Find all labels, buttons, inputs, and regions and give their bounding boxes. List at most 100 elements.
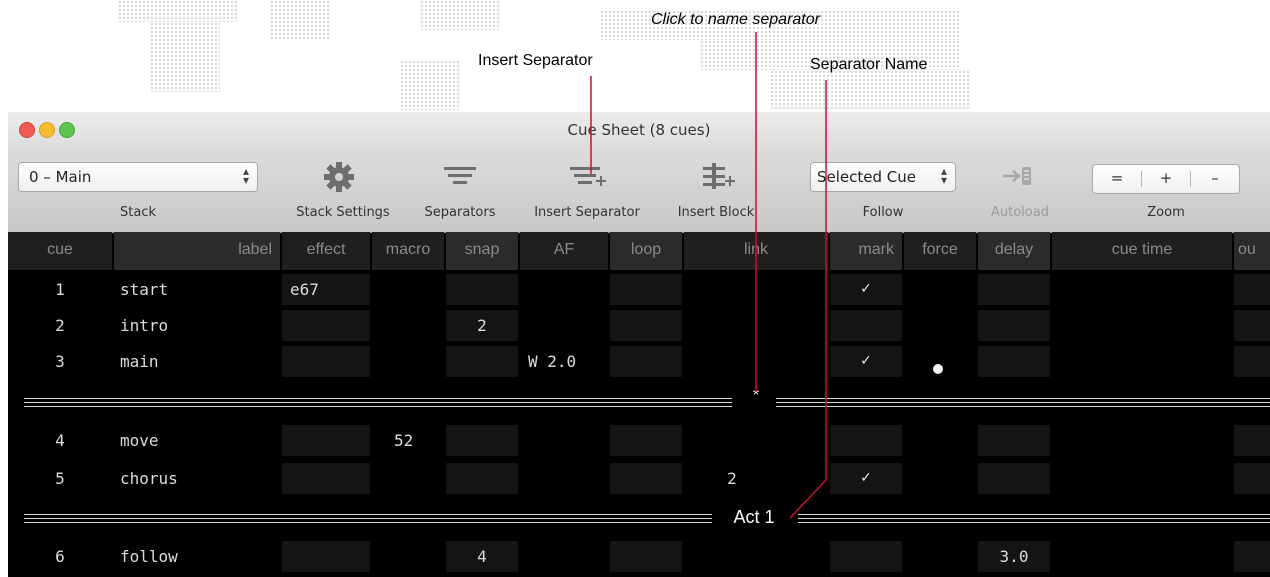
cue-loop[interactable] [610, 425, 682, 456]
cue-snap[interactable] [446, 346, 518, 377]
popup-arrows-icon: ▴ ▾ [242, 164, 249, 187]
cue-delay[interactable] [978, 463, 1050, 494]
cue-out[interactable] [1234, 541, 1270, 572]
cue-label[interactable]: chorus [114, 463, 280, 494]
cue-label[interactable]: intro [114, 310, 280, 341]
cue-effect[interactable] [282, 463, 370, 494]
separator-row[interactable]: * [8, 383, 1270, 423]
stack-popup-value: 0 – Main [29, 168, 92, 186]
cue-loop[interactable] [610, 541, 682, 572]
cue-mark[interactable] [830, 310, 902, 341]
cue-loop[interactable] [610, 310, 682, 341]
col-header-cue[interactable]: cue [8, 232, 112, 270]
zoom-in-button[interactable]: + [1142, 165, 1190, 193]
insert-block-label: Insert Block [677, 205, 755, 220]
col-header-af[interactable]: AF [520, 232, 608, 270]
col-header-macro[interactable]: macro [372, 232, 444, 270]
cue-effect[interactable] [282, 541, 370, 572]
zoom-out-button[interactable]: – [1191, 165, 1239, 193]
cue-out[interactable] [1234, 346, 1270, 377]
follow-popup[interactable]: Selected Cue ▴ ▾ [810, 162, 956, 192]
cue-label[interactable]: move [114, 425, 280, 456]
cue-mark[interactable]: ✓ [830, 274, 902, 305]
cue-loop[interactable] [610, 463, 682, 494]
cue-snap[interactable]: 2 [446, 310, 518, 341]
cue-snap[interactable] [446, 274, 518, 305]
force-indicator-icon[interactable] [933, 364, 943, 374]
cue-sheet-window: Cue Sheet (8 cues) 0 – Main ▴ ▾ Stack St… [8, 112, 1270, 577]
cue-snap[interactable] [446, 425, 518, 456]
cue-out[interactable] [1234, 310, 1270, 341]
col-header-mark[interactable]: mark [830, 232, 902, 270]
cue-out[interactable] [1234, 425, 1270, 456]
col-header-loop[interactable]: loop [610, 232, 682, 270]
cue-snap[interactable] [446, 463, 518, 494]
separator-line [24, 514, 712, 515]
separators-icon[interactable] [442, 162, 478, 190]
col-header-snap[interactable]: snap [446, 232, 518, 270]
separator-row[interactable]: Act 1 [8, 499, 1270, 539]
cue-delay[interactable] [978, 425, 1050, 456]
separator-line [24, 406, 732, 407]
callout-insert-separator: Insert Separator [478, 52, 593, 69]
cue-number: 2 [55, 316, 65, 335]
cue-label[interactable]: follow [114, 541, 280, 572]
cue-delay[interactable] [978, 274, 1050, 305]
cue-loop[interactable] [610, 274, 682, 305]
cue-mark[interactable]: ✓ [830, 463, 902, 494]
separator-line [24, 522, 712, 523]
separator-line [776, 398, 1270, 399]
cue-effect[interactable] [282, 346, 370, 377]
cue-out[interactable] [1234, 274, 1270, 305]
cue-af[interactable]: W 2.0 [520, 346, 608, 377]
stack-popup[interactable]: 0 – Main ▴ ▾ [18, 162, 258, 192]
gear-icon[interactable] [322, 160, 356, 194]
autoload-label: Autoload [991, 205, 1049, 220]
col-header-effect[interactable]: effect [282, 232, 370, 270]
separator-line [24, 402, 732, 403]
col-header-cue-time[interactable]: cue time [1052, 232, 1232, 270]
world-map-decoration [770, 70, 970, 110]
separator-line [776, 406, 1270, 407]
separator-line [776, 402, 1270, 403]
cue-effect[interactable] [282, 310, 370, 341]
cue-label[interactable]: main [114, 346, 280, 377]
separators-label: Separators [424, 205, 496, 220]
insert-block-icon[interactable] [700, 160, 740, 192]
world-map-decoration [118, 0, 238, 22]
title-bar: Cue Sheet (8 cues) [8, 112, 1270, 150]
cue-delay[interactable] [978, 346, 1050, 377]
cue-delay[interactable]: 3.0 [978, 541, 1050, 572]
cue-out[interactable] [1234, 463, 1270, 494]
cue-mark[interactable]: ✓ [830, 346, 902, 377]
separator-line [798, 522, 1270, 523]
cue-macro[interactable]: 52 [386, 425, 444, 456]
cue-mark[interactable] [830, 425, 902, 456]
insert-separator-label: Insert Separator [534, 205, 640, 220]
separator-name[interactable]: Act 1 [716, 507, 792, 528]
col-header-force[interactable]: force [904, 232, 976, 270]
toolbar: 0 – Main ▴ ▾ Stack Stack Settings Separa… [8, 150, 1270, 233]
separator-line [24, 398, 732, 399]
cue-mark[interactable] [830, 541, 902, 572]
cue-label[interactable]: start [114, 274, 280, 305]
zoom-fit-button[interactable]: = [1093, 165, 1141, 193]
separator-name[interactable]: * [742, 387, 770, 405]
col-header-label[interactable]: label [114, 232, 280, 270]
col-header-link[interactable]: link [684, 232, 828, 270]
stack-label: Stack [120, 205, 156, 220]
col-header-delay[interactable]: delay [978, 232, 1050, 270]
cue-loop[interactable] [610, 346, 682, 377]
cue-link[interactable]: 2 [684, 463, 780, 494]
zoom-label: Zoom [1147, 205, 1185, 220]
separator-line [24, 518, 712, 519]
autoload-icon[interactable] [1000, 164, 1038, 188]
col-header-out[interactable]: ou [1234, 232, 1270, 270]
follow-label: Follow [862, 205, 904, 220]
cue-effect[interactable]: e67 [282, 274, 370, 305]
cue-snap[interactable]: 4 [446, 541, 518, 572]
cue-delay[interactable] [978, 310, 1050, 341]
cue-effect[interactable] [282, 425, 370, 456]
window-title: Cue Sheet (8 cues) [567, 121, 711, 139]
insert-separator-icon[interactable] [568, 162, 608, 190]
